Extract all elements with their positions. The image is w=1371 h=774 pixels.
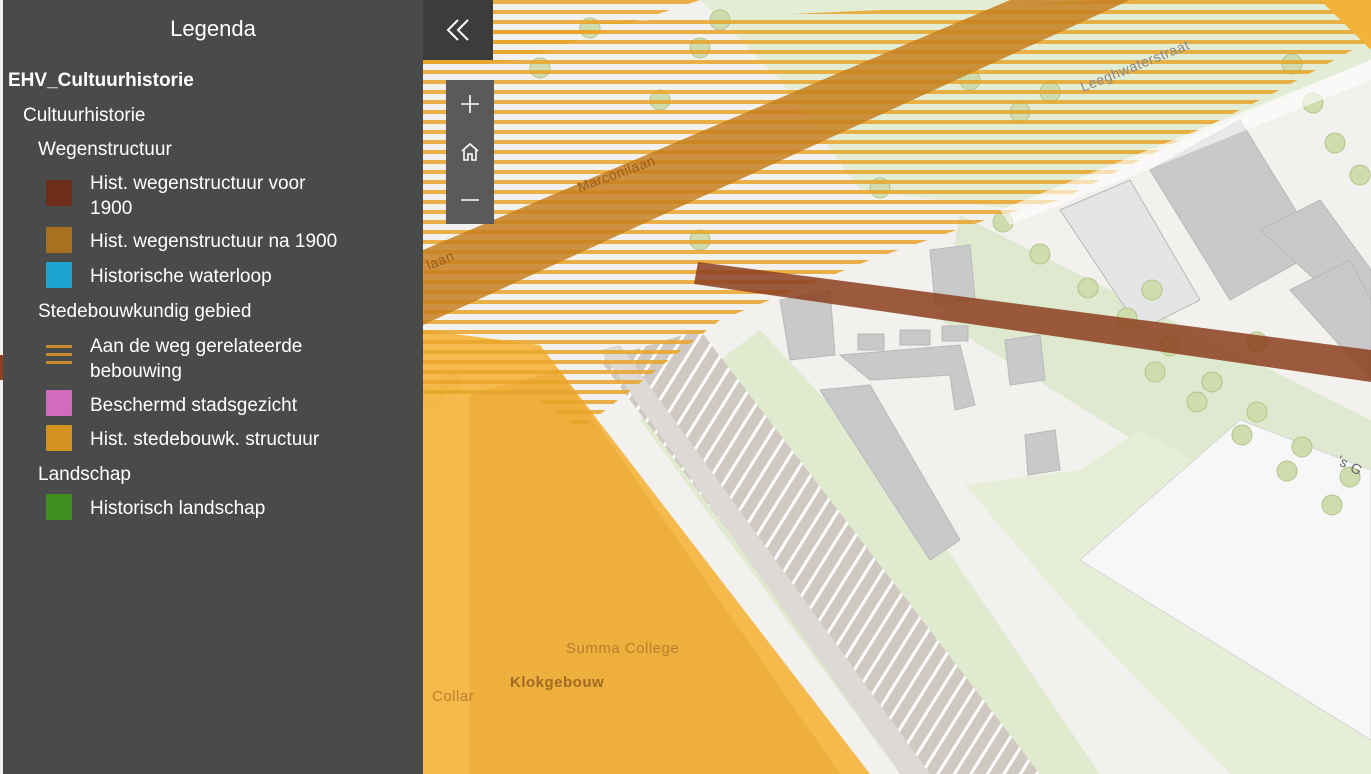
building bbox=[1024, 429, 1061, 476]
swatch-beschermd-stadsgezicht bbox=[46, 390, 72, 416]
legend-item-label: Beschermd stadsgezicht bbox=[90, 395, 297, 416]
legend-layer-name: EHV_Cultuurhistorie bbox=[8, 70, 194, 91]
legend-item-label: Hist. stedebouwk. structuur bbox=[90, 429, 320, 450]
legend-item-label: Hist. wegenstructuur na 1900 bbox=[90, 231, 338, 252]
zoom-in-button[interactable] bbox=[446, 80, 494, 128]
swatch-hist-wegenstructuur-voor-1900 bbox=[46, 180, 72, 206]
collapse-legend-button[interactable] bbox=[423, 0, 493, 60]
zoom-out-button[interactable] bbox=[446, 176, 494, 224]
plus-icon bbox=[461, 95, 479, 113]
double-chevron-left-icon bbox=[446, 19, 469, 41]
home-button[interactable] bbox=[446, 128, 494, 176]
hatched-lines-icon bbox=[46, 343, 72, 369]
legend-section-landschap: Landschap bbox=[38, 464, 131, 485]
legend-item-label: Aan de weg gerelateerde bbox=[90, 336, 303, 357]
legend-item-label: Historische waterloop bbox=[90, 266, 272, 287]
minus-icon bbox=[461, 199, 479, 201]
swatch-historische-waterloop bbox=[46, 262, 72, 288]
legend-item-label: 1900 bbox=[90, 198, 133, 219]
zoom-controls bbox=[446, 80, 494, 224]
home-icon bbox=[461, 142, 479, 161]
building bbox=[1004, 334, 1046, 386]
place-label-klokgebouw: Klokgebouw bbox=[510, 674, 605, 691]
place-label-collar: Collar bbox=[432, 688, 475, 705]
legend-section-wegenstructuur: Wegenstructuur bbox=[38, 139, 172, 160]
legend-item-label: bebouwing bbox=[90, 361, 182, 382]
legend-item-label: Historisch landschap bbox=[90, 498, 266, 519]
legend-item-label: Hist. wegenstructuur voor bbox=[90, 173, 306, 194]
legend-group-name: Cultuurhistorie bbox=[23, 105, 146, 126]
building bbox=[899, 329, 931, 346]
swatch-hist-stedebouwk-structuur bbox=[46, 425, 72, 451]
swatch-historisch-landschap bbox=[46, 494, 72, 520]
legend-title: Legenda bbox=[170, 16, 256, 41]
legend-section-stedebouwkundig-gebied: Stedebouwkundig gebied bbox=[38, 301, 252, 322]
legend-panel: Legenda EHV_Cultuurhistorie Cultuurhisto… bbox=[3, 0, 423, 774]
swatch-hist-wegenstructuur-na-1900 bbox=[46, 227, 72, 253]
place-label-summa-college: Summa College bbox=[566, 640, 680, 657]
building bbox=[941, 325, 969, 342]
building bbox=[857, 333, 885, 351]
